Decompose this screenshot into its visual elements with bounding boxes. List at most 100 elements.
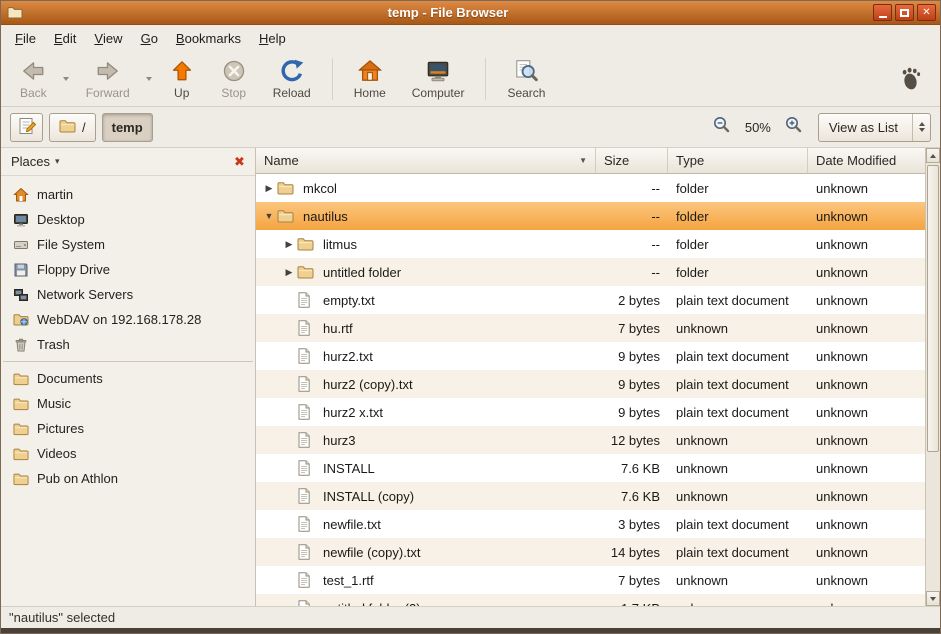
cell-type: unknown [668, 454, 808, 482]
sidebar-item-label: WebDAV on 192.168.178.28 [37, 312, 201, 327]
forward-history-dropdown[interactable] [143, 56, 156, 102]
zoom-in-icon [784, 115, 803, 139]
file-row-newfile-txt[interactable]: newfile.txt3 bytesplain text documentunk… [256, 510, 925, 538]
expand-arrow-icon[interactable]: ▶ [261, 174, 277, 202]
back-history-dropdown[interactable] [60, 56, 73, 102]
sidebar-item-label: Videos [37, 446, 77, 461]
view-as-combo[interactable]: View as List [818, 113, 931, 142]
reload-button[interactable]: Reload [262, 55, 322, 103]
titlebar[interactable]: temp - File Browser ✕ [1, 1, 940, 25]
file-row-untitled-folder[interactable]: ▶untitled folder--folderunknown [256, 258, 925, 286]
sidebar-close-button[interactable]: ✖ [231, 153, 248, 170]
file-row-newfile-copy-txt[interactable]: newfile (copy).txt14 bytesplain text doc… [256, 538, 925, 566]
folder-icon [59, 119, 76, 136]
menu-go[interactable]: Go [132, 25, 167, 51]
file-row-mkcol[interactable]: ▶mkcol--folderunknown [256, 174, 925, 202]
window-title: temp - File Browser [29, 5, 867, 20]
back-button[interactable]: Back [9, 55, 58, 103]
file-name: untitled folder [323, 265, 401, 280]
cell-type: unknown [668, 314, 808, 342]
column-header-date-modified[interactable]: Date Modified [808, 148, 925, 174]
folder-icon [297, 265, 316, 279]
file-row-nautilus[interactable]: ▼nautilus--folderunknown [256, 202, 925, 230]
cell-date-modified: unknown [808, 594, 925, 606]
close-button[interactable]: ✕ [917, 4, 936, 21]
path-button-root[interactable]: / [49, 113, 96, 142]
file-name: INSTALL (copy) [323, 489, 414, 504]
maximize-button[interactable] [895, 4, 914, 21]
text-file-icon [297, 544, 316, 560]
close-icon: ✕ [922, 8, 930, 18]
search-button[interactable]: Search [496, 55, 556, 103]
text-file-icon [297, 488, 316, 504]
file-row-untitled-folder-2-[interactable]: untitled folder (2)1.7 KBunknownunknown [256, 594, 925, 606]
menu-edit[interactable]: Edit [45, 25, 85, 51]
file-name: test_1.rtf [323, 573, 374, 588]
cell-type: folder [668, 174, 808, 202]
sidebar-item-floppy-drive[interactable]: Floppy Drive [1, 257, 255, 282]
sidebar-item-trash[interactable]: Trash [1, 332, 255, 357]
cell-date-modified: unknown [808, 538, 925, 566]
sidebar-item-label: Documents [37, 371, 103, 386]
minimize-button[interactable] [873, 4, 892, 21]
file-row-install-copy-[interactable]: INSTALL (copy)7.6 KBunknownunknown [256, 482, 925, 510]
file-row-hu-rtf[interactable]: hu.rtf7 bytesunknownunknown [256, 314, 925, 342]
sidebar-item-pub-on-athlon[interactable]: Pub on Athlon [1, 466, 255, 491]
menu-bookmarks[interactable]: Bookmarks [167, 25, 250, 51]
menu-help[interactable]: Help [250, 25, 295, 51]
expand-arrow-icon[interactable]: ▶ [281, 230, 297, 258]
cell-size: 14 bytes [596, 538, 668, 566]
sidebar-item-label: Pub on Athlon [37, 471, 118, 486]
file-row-hurz2-x-txt[interactable]: hurz2 x.txt9 bytesplain text documentunk… [256, 398, 925, 426]
path-button-temp[interactable]: temp [102, 113, 153, 142]
home-icon [357, 58, 383, 84]
chevron-down-icon [146, 77, 152, 81]
scrollbar-thumb[interactable] [927, 165, 939, 452]
sidebar-item-file-system[interactable]: File System [1, 232, 255, 257]
up-button[interactable]: Up [158, 55, 206, 103]
sidebar-item-webdav-on-192-168-178-28[interactable]: WebDAV on 192.168.178.28 [1, 307, 255, 332]
file-row-hurz2-txt[interactable]: hurz2.txt9 bytesplain text documentunkno… [256, 342, 925, 370]
places-selector[interactable]: Places ▾ [11, 154, 60, 169]
cell-date-modified: unknown [808, 286, 925, 314]
sidebar-item-martin[interactable]: martin [1, 182, 255, 207]
location-edit-toggle-button[interactable] [10, 113, 43, 142]
computer-button[interactable]: Computer [401, 55, 476, 103]
file-row-hurz2-copy-txt[interactable]: hurz2 (copy).txt9 bytesplain text docume… [256, 370, 925, 398]
stop-button[interactable]: Stop [210, 55, 258, 103]
scroll-up-button[interactable] [926, 148, 940, 163]
menu-view[interactable]: View [85, 25, 131, 51]
column-header-size[interactable]: Size [596, 148, 668, 174]
file-row-empty-txt[interactable]: empty.txt2 bytesplain text documentunkno… [256, 286, 925, 314]
column-header-name[interactable]: Name ▼ [256, 148, 596, 174]
scrollbar-track[interactable] [926, 163, 940, 591]
file-row-install[interactable]: INSTALL7.6 KBunknownunknown [256, 454, 925, 482]
zoom-in-button[interactable] [781, 114, 807, 140]
home-button[interactable]: Home [343, 55, 397, 103]
sidebar-item-network-servers[interactable]: Network Servers [1, 282, 255, 307]
column-header-type[interactable]: Type [668, 148, 808, 174]
file-row-test-1-rtf[interactable]: test_1.rtf7 bytesunknownunknown [256, 566, 925, 594]
sidebar-item-desktop[interactable]: Desktop [1, 207, 255, 232]
vertical-scrollbar[interactable] [925, 148, 940, 606]
file-row-litmus[interactable]: ▶litmus--folderunknown [256, 230, 925, 258]
cell-date-modified: unknown [808, 454, 925, 482]
sidebar-item-music[interactable]: Music [1, 391, 255, 416]
cell-size: 3 bytes [596, 510, 668, 538]
sidebar-item-videos[interactable]: Videos [1, 441, 255, 466]
menu-file[interactable]: File [6, 25, 45, 51]
collapse-arrow-icon[interactable]: ▼ [261, 202, 277, 230]
cell-type: unknown [668, 482, 808, 510]
file-name: mkcol [303, 181, 337, 196]
sidebar-item-pictures[interactable]: Pictures [1, 416, 255, 441]
zoom-out-button[interactable] [709, 114, 735, 140]
cell-name: hu.rtf [256, 314, 596, 342]
expand-arrow-icon[interactable]: ▶ [281, 258, 297, 286]
main-area: Places ▾ ✖ martinDesktopFile SystemFlopp… [1, 148, 940, 606]
file-row-hurz3[interactable]: hurz312 bytesunknownunknown [256, 426, 925, 454]
forward-button[interactable]: Forward [75, 55, 141, 103]
window-bottom-edge [1, 628, 940, 633]
sidebar-item-documents[interactable]: Documents [1, 366, 255, 391]
file-name: hurz2 (copy).txt [323, 377, 413, 392]
scroll-down-button[interactable] [926, 591, 940, 606]
